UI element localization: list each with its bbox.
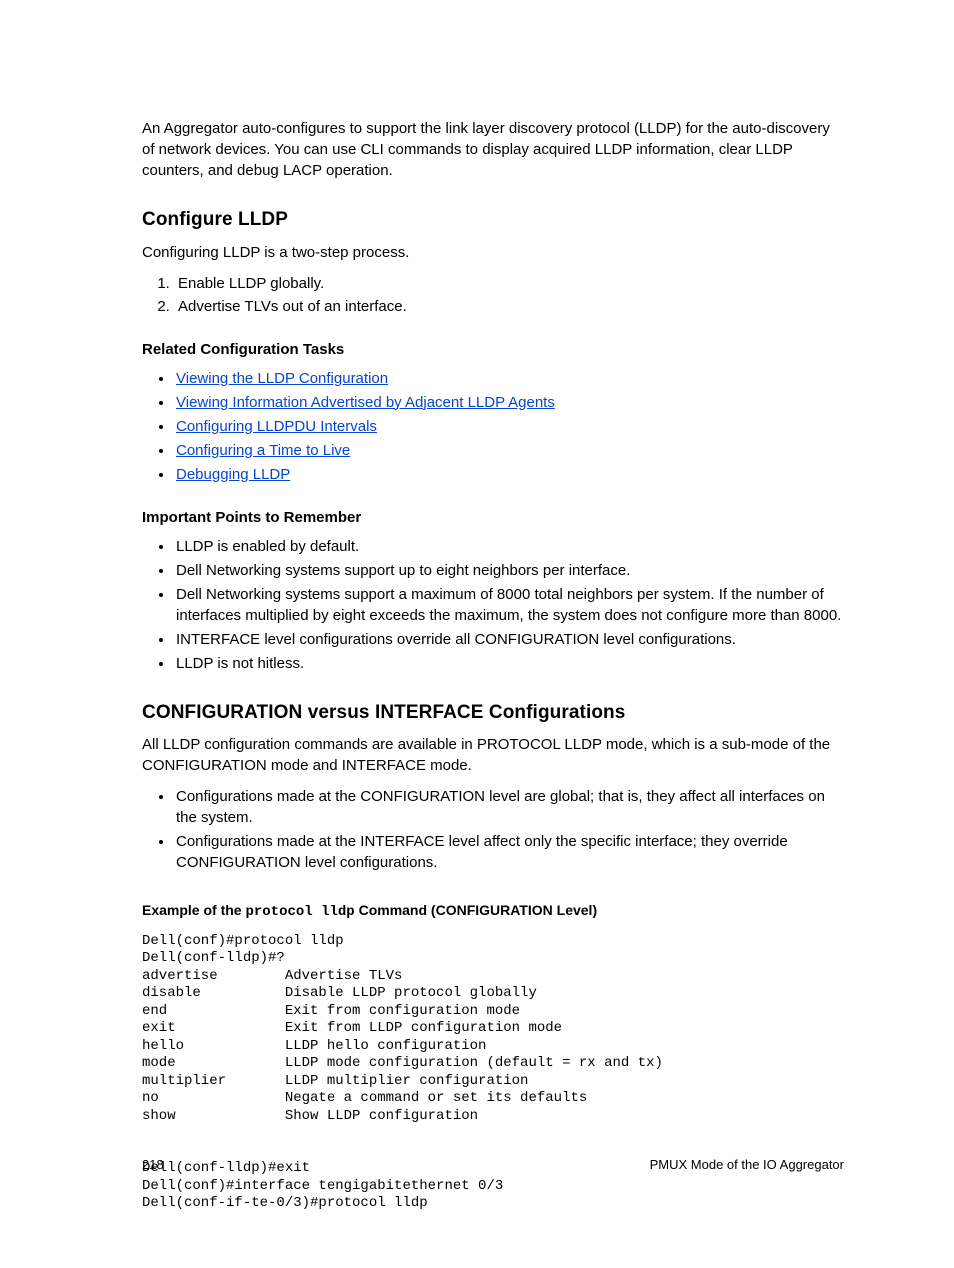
- link-configuring-ttl[interactable]: Configuring a Time to Live: [176, 442, 350, 459]
- page-container: An Aggregator auto-configures to support…: [0, 0, 954, 1268]
- heading-configure-lldp: Configure LLDP: [142, 207, 844, 234]
- example-caption-prefix: Example of the: [142, 902, 245, 918]
- list-item: INTERFACE level configurations override …: [174, 629, 844, 650]
- config-vs-interface-lead: All LLDP configuration commands are avai…: [142, 734, 844, 776]
- step-item: Advertise TLVs out of an interface.: [174, 296, 844, 317]
- list-item: LLDP is enabled by default.: [174, 536, 844, 557]
- link-debugging-lldp[interactable]: Debugging LLDP: [176, 466, 290, 483]
- config-vs-interface-list: Configurations made at the CONFIGURATION…: [142, 786, 844, 873]
- important-points-list: LLDP is enabled by default. Dell Network…: [142, 536, 844, 674]
- heading-related-tasks: Related Configuration Tasks: [142, 339, 844, 360]
- configure-steps-list: Enable LLDP globally. Advertise TLVs out…: [142, 273, 844, 317]
- page-footer: 218 PMUX Mode of the IO Aggregator: [142, 1156, 844, 1174]
- list-item: Configuring a Time to Live: [174, 440, 844, 461]
- list-item: Viewing the LLDP Configuration: [174, 368, 844, 389]
- list-item: Dell Networking systems support up to ei…: [174, 560, 844, 581]
- related-tasks-list: Viewing the LLDP Configuration Viewing I…: [142, 368, 844, 485]
- intro-paragraph: An Aggregator auto-configures to support…: [142, 118, 844, 181]
- configure-lead: Configuring LLDP is a two-step process.: [142, 242, 844, 263]
- heading-config-vs-interface: CONFIGURATION versus INTERFACE Configura…: [142, 700, 844, 727]
- link-viewing-adjacent-agents[interactable]: Viewing Information Advertised by Adjace…: [176, 394, 555, 411]
- list-item: Dell Networking systems support a maximu…: [174, 584, 844, 626]
- link-viewing-lldp-config[interactable]: Viewing the LLDP Configuration: [176, 370, 388, 387]
- list-item: Configuring LLDPDU Intervals: [174, 416, 844, 437]
- example-caption-suffix: Command (CONFIGURATION Level): [355, 902, 597, 918]
- example-caption: Example of the protocol lldp Command (CO…: [142, 901, 844, 923]
- page-number: 218: [142, 1156, 164, 1174]
- list-item: Configurations made at the CONFIGURATION…: [174, 786, 844, 828]
- heading-important-points: Important Points to Remember: [142, 507, 844, 528]
- doc-title-footer: PMUX Mode of the IO Aggregator: [650, 1156, 844, 1174]
- list-item: Viewing Information Advertised by Adjace…: [174, 392, 844, 413]
- example-caption-command: protocol lldp: [245, 904, 354, 920]
- list-item: Configurations made at the INTERFACE lev…: [174, 831, 844, 873]
- list-item: Debugging LLDP: [174, 464, 844, 485]
- link-configuring-lldpdu-intervals[interactable]: Configuring LLDPDU Intervals: [176, 418, 377, 435]
- step-item: Enable LLDP globally.: [174, 273, 844, 294]
- list-item: LLDP is not hitless.: [174, 653, 844, 674]
